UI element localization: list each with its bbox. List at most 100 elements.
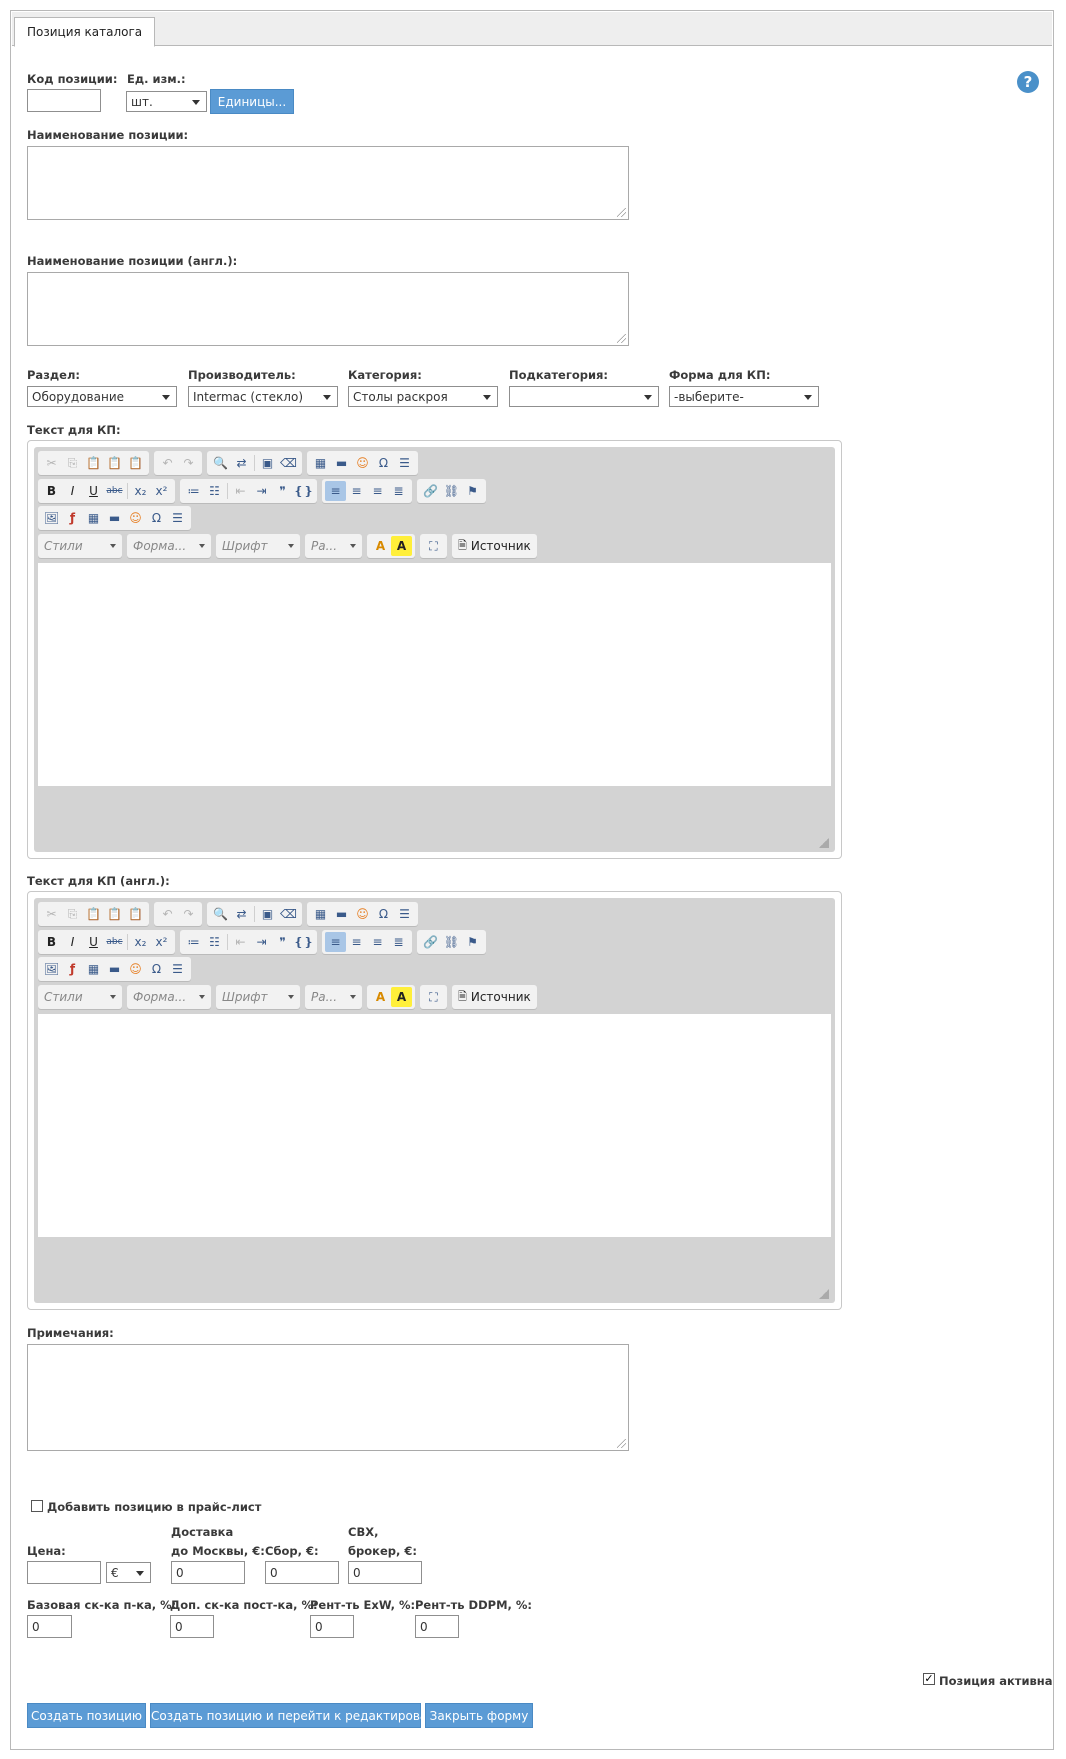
editor-resize-grip[interactable] xyxy=(819,838,829,848)
link-icon[interactable]: 🔗 xyxy=(420,481,441,501)
anchor-icon[interactable]: ⚑ xyxy=(462,481,483,501)
subscript-icon[interactable]: x₂ xyxy=(130,932,151,952)
underline-icon[interactable]: U xyxy=(83,481,104,501)
replace-icon[interactable]: ⇄ xyxy=(231,453,252,473)
redo-icon[interactable]: ↷ xyxy=(178,453,199,473)
smiley-icon[interactable]: ☺ xyxy=(125,508,146,528)
flash-icon[interactable]: ƒ xyxy=(62,508,83,528)
paste-text-icon[interactable]: 📋 xyxy=(104,904,125,924)
add-discount-input[interactable] xyxy=(170,1615,214,1638)
unlink-icon[interactable]: ⛓ xyxy=(441,481,462,501)
resize-grip[interactable] xyxy=(617,334,626,343)
editor-resize-grip[interactable] xyxy=(819,1289,829,1299)
copy-icon[interactable]: ⎘ xyxy=(62,453,83,473)
exw-input[interactable] xyxy=(310,1615,354,1638)
bold-icon[interactable]: B xyxy=(41,932,62,952)
font-combo[interactable]: Шрифт xyxy=(216,985,300,1009)
select-all-icon[interactable]: ▣ xyxy=(257,453,278,473)
page-break-icon[interactable]: ☰ xyxy=(394,904,415,924)
table-icon[interactable]: ▦ xyxy=(83,959,104,979)
bg-color-icon[interactable]: A xyxy=(391,987,412,1007)
resize-grip[interactable] xyxy=(617,208,626,217)
justify-icon[interactable]: ≣ xyxy=(388,932,409,952)
image-icon[interactable]: 🖼 xyxy=(41,508,62,528)
paste-icon[interactable]: 📋 xyxy=(83,904,104,924)
bold-icon[interactable]: B xyxy=(41,481,62,501)
name-en-textarea[interactable] xyxy=(27,272,629,346)
fee-input[interactable] xyxy=(265,1561,339,1584)
editor-content-area[interactable] xyxy=(38,563,831,786)
smiley-icon[interactable]: ☺ xyxy=(125,959,146,979)
align-right-icon[interactable]: ≡ xyxy=(367,932,388,952)
source-button[interactable]: 🗎 Источник xyxy=(452,985,537,1009)
notes-textarea[interactable] xyxy=(27,1344,629,1451)
subscript-icon[interactable]: x₂ xyxy=(130,481,151,501)
special-char-icon[interactable]: Ω xyxy=(373,904,394,924)
manufacturer-select[interactable]: Intermac (стекло) xyxy=(188,386,338,407)
horizontal-rule-icon[interactable]: ▬ xyxy=(104,508,125,528)
page-break-icon[interactable]: ☰ xyxy=(167,959,188,979)
unit-select[interactable]: шт. xyxy=(126,91,207,112)
special-char-icon[interactable]: Ω xyxy=(373,453,394,473)
redo-icon[interactable]: ↷ xyxy=(178,904,199,924)
cut-icon[interactable]: ✂ xyxy=(41,453,62,473)
close-form-button[interactable]: Закрыть форму xyxy=(425,1703,533,1728)
svh-input[interactable] xyxy=(348,1561,422,1584)
format-combo[interactable]: Форма... xyxy=(127,985,211,1009)
size-combo[interactable]: Ра... xyxy=(305,985,362,1009)
find-icon[interactable]: 🔍 xyxy=(210,904,231,924)
bg-color-icon[interactable]: A xyxy=(391,536,412,556)
styles-combo[interactable]: Стили xyxy=(38,534,122,558)
italic-icon[interactable]: I xyxy=(62,932,83,952)
replace-icon[interactable]: ⇄ xyxy=(231,904,252,924)
align-right-icon[interactable]: ≡ xyxy=(367,481,388,501)
special-char-icon[interactable]: Ω xyxy=(146,508,167,528)
copy-icon[interactable]: ⎘ xyxy=(62,904,83,924)
horizontal-rule-icon[interactable]: ▬ xyxy=(104,959,125,979)
indent-icon[interactable]: ⇥ xyxy=(251,481,272,501)
numbered-list-icon[interactable]: ≔ xyxy=(183,932,204,952)
image-icon[interactable]: 🖼 xyxy=(41,959,62,979)
active-checkbox[interactable]: ✓ xyxy=(923,1673,935,1685)
cut-icon[interactable]: ✂ xyxy=(41,904,62,924)
page-break-icon[interactable]: ☰ xyxy=(394,453,415,473)
resize-grip[interactable] xyxy=(617,1439,626,1448)
select-all-icon[interactable]: ▣ xyxy=(257,904,278,924)
code-input[interactable] xyxy=(27,89,101,112)
align-left-icon[interactable]: ≡ xyxy=(325,481,346,501)
paste-text-icon[interactable]: 📋 xyxy=(104,453,125,473)
special-char-icon[interactable]: Ω xyxy=(146,959,167,979)
undo-icon[interactable]: ↶ xyxy=(157,453,178,473)
subcategory-select[interactable] xyxy=(509,386,659,407)
bulleted-list-icon[interactable]: ☷ xyxy=(204,481,225,501)
strike-icon[interactable]: abc xyxy=(104,481,125,501)
numbered-list-icon[interactable]: ≔ xyxy=(183,481,204,501)
superscript-icon[interactable]: x² xyxy=(151,932,172,952)
create-button[interactable]: Создать позицию xyxy=(27,1703,146,1728)
maximize-icon[interactable]: ⛶ xyxy=(423,987,444,1007)
smiley-icon[interactable]: ☺ xyxy=(352,904,373,924)
create-and-edit-button[interactable]: Создать позицию и перейти к редактирован… xyxy=(150,1703,453,1728)
ddpm-input[interactable] xyxy=(415,1615,459,1638)
table-icon[interactable]: ▦ xyxy=(310,904,331,924)
table-icon[interactable]: ▦ xyxy=(310,453,331,473)
outdent-icon[interactable]: ⇤ xyxy=(230,932,251,952)
unlink-icon[interactable]: ⛓ xyxy=(441,932,462,952)
currency-select[interactable]: € xyxy=(106,1562,151,1583)
underline-icon[interactable]: U xyxy=(83,932,104,952)
smiley-icon[interactable]: ☺ xyxy=(352,453,373,473)
link-icon[interactable]: 🔗 xyxy=(420,932,441,952)
tab-catalog-item[interactable]: Позиция каталога xyxy=(14,17,156,47)
horizontal-rule-icon[interactable]: ▬ xyxy=(331,453,352,473)
align-center-icon[interactable]: ≡ xyxy=(346,481,367,501)
align-left-icon[interactable]: ≡ xyxy=(325,932,346,952)
styles-combo[interactable]: Стили xyxy=(38,985,122,1009)
text-color-icon[interactable]: A xyxy=(370,536,391,556)
size-combo[interactable]: Ра... xyxy=(305,534,362,558)
find-icon[interactable]: 🔍 xyxy=(210,453,231,473)
paste-icon[interactable]: 📋 xyxy=(83,453,104,473)
superscript-icon[interactable]: x² xyxy=(151,481,172,501)
undo-icon[interactable]: ↶ xyxy=(157,904,178,924)
pricelist-checkbox[interactable] xyxy=(31,1500,43,1512)
editor-content-area[interactable] xyxy=(38,1014,831,1237)
